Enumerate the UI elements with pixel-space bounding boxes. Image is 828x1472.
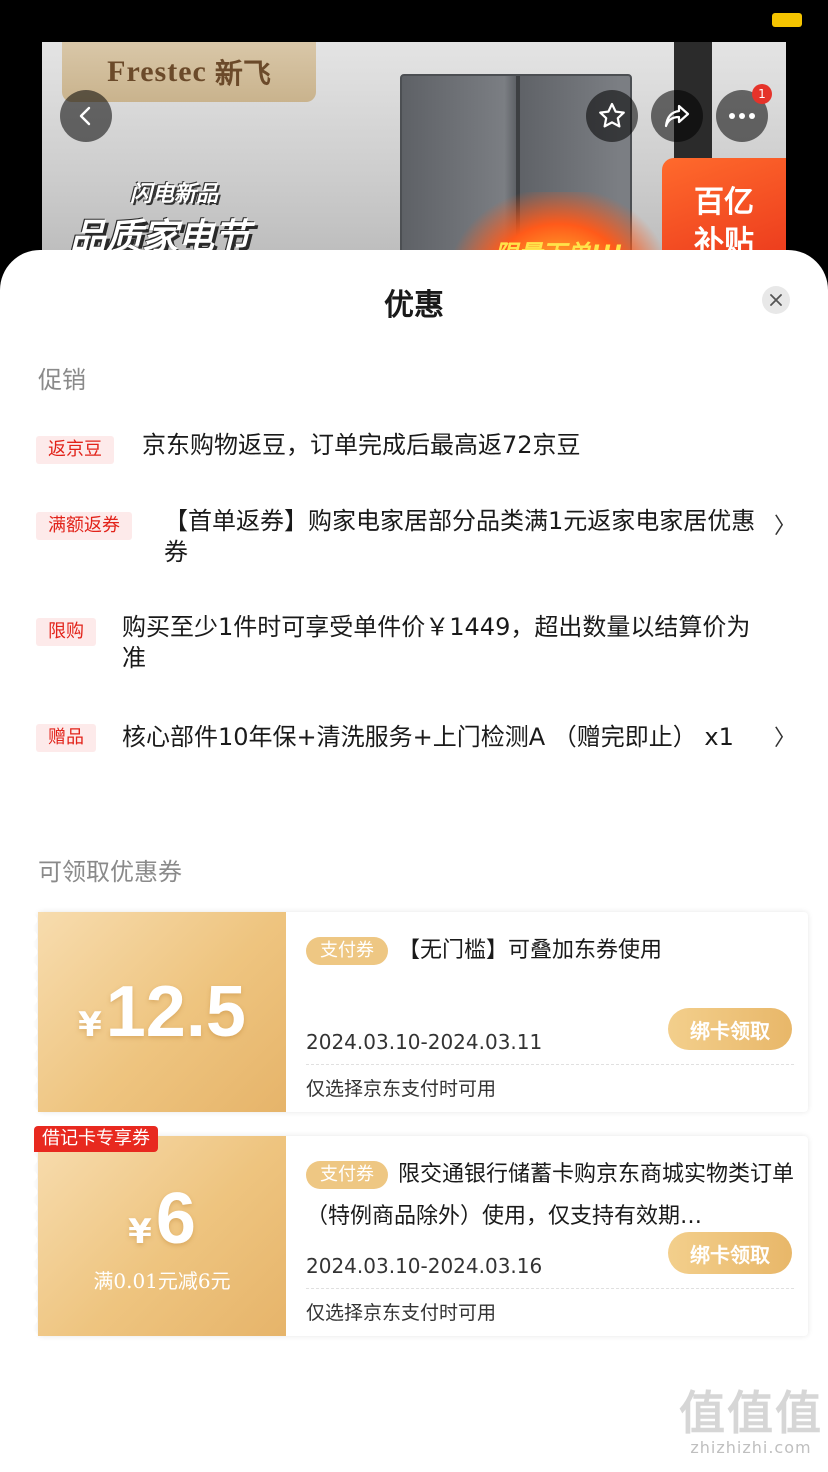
offers-sheet: 优惠 促销 返京豆 京东购物返豆，订单完成后最高返72京豆 满额返券 【首单返券…	[0, 250, 828, 1472]
share-icon	[664, 104, 690, 128]
brand-logo: Frestec 新飞	[62, 42, 316, 102]
back-icon	[79, 106, 91, 126]
debit-card-exclusive-tag: 借记卡专享券	[34, 1126, 158, 1152]
promo-item-coupon-return[interactable]: 满额返券 【首单返券】购家电家居部分品类满1元返家电家居优惠券 〉	[36, 506, 796, 570]
coupon-note: 仅选择京东支付时可用	[306, 1078, 497, 1100]
promo-heading: 促销	[38, 366, 86, 394]
chevron-right-icon: 〉	[773, 514, 796, 539]
watermark-url: zhizhizhi.com	[690, 1438, 812, 1457]
coupon-validity: 2024.03.10-2024.03.16	[306, 1254, 543, 1278]
promo-text: 核心部件10年保+清洗服务+上门检测A （赠完即止） x1	[122, 723, 734, 751]
watermark: 值值值 zhizhizhi.com	[676, 1388, 826, 1457]
coupon-condition: 满0.01元减6元	[93, 1268, 231, 1293]
yen-symbol: ¥	[78, 1005, 102, 1045]
pay-coupon-tag: 支付券	[306, 1161, 388, 1189]
coupon-info: 支付券 限交通银行储蓄卡购京东商城实物类订单（特例商品除外）使用，仅支持有效期… …	[306, 1136, 794, 1336]
favorite-button[interactable]	[586, 90, 638, 142]
promo-text: 购买至少1件时可享受单件价￥1449，超出数量以结算价为准	[122, 613, 751, 672]
battery-icon	[772, 13, 802, 27]
coupon-amount: ¥ 6	[128, 1179, 196, 1259]
chevron-right-icon: 〉	[773, 726, 796, 751]
coupon-desc-text: 【无门槛】可叠加东券使用	[398, 938, 663, 963]
more-button[interactable]: 1	[716, 84, 772, 142]
coupon-amount: ¥ 12.5	[78, 972, 246, 1052]
coupon-validity: 2024.03.10-2024.03.11	[306, 1030, 543, 1054]
coupon-heading: 可领取优惠券	[38, 858, 182, 886]
product-banner: Frestec 新飞 闪电新品 品质家电节 限量下单!!! 百亿 补贴	[42, 42, 786, 282]
promo-item-return-beans: 返京豆 京东购物返豆，订单完成后最高返72京豆	[36, 430, 796, 464]
share-button[interactable]	[651, 90, 703, 142]
coupon-value-panel: ¥ 12.5	[32, 912, 286, 1112]
promo-tag: 限购	[36, 618, 96, 646]
close-icon	[770, 294, 782, 306]
coupon-amount-value: 6	[155, 1178, 196, 1259]
promo-tag: 满额返券	[36, 512, 132, 540]
promo-text: 【首单返券】购家电家居部分品类满1元返家电家居优惠券	[164, 507, 756, 566]
coupon-amount-value: 12.5	[105, 972, 246, 1052]
coupon-card: ¥ 6 满0.01元减6元 借记卡专享券 支付券 限交通银行储蓄卡购京东商城实物类…	[32, 1126, 808, 1336]
bind-card-claim-button[interactable]: 绑卡领取	[668, 1232, 792, 1274]
coupon-card: ¥ 12.5 支付券 【无门槛】可叠加东券使用 绑卡领取 2024.03.10-2…	[32, 912, 808, 1112]
coupon-value-panel: ¥ 6 满0.01元减6元	[32, 1136, 286, 1336]
back-button[interactable]	[60, 90, 112, 142]
promo-item-gift[interactable]: 赠品 核心部件10年保+清洗服务+上门检测A （赠完即止） x1 〉	[36, 718, 796, 782]
coupon-divider	[306, 1064, 794, 1065]
brand-latin: Frestec	[107, 55, 207, 88]
coupon-desc: 支付券 限交通银行储蓄卡购京东商城实物类订单（特例商品除外）使用，仅支持有效期…	[306, 1154, 794, 1238]
star-icon	[599, 102, 625, 128]
promo-item-purchase-limit: 限购 购买至少1件时可享受单件价￥1449，超出数量以结算价为准	[36, 612, 796, 676]
bind-card-claim-button[interactable]: 绑卡领取	[668, 1008, 792, 1050]
promo-text: 京东购物返豆，订单完成后最高返72京豆	[142, 431, 581, 459]
notification-badge: 1	[752, 84, 772, 104]
brand-cn: 新飞	[214, 57, 271, 90]
coupon-desc: 支付券 【无门槛】可叠加东券使用	[306, 930, 794, 972]
coupon-info: 支付券 【无门槛】可叠加东券使用 绑卡领取 2024.03.10-2024.03.…	[306, 912, 794, 1112]
promo-tag: 赠品	[36, 724, 96, 752]
watermark-logo: 值值值	[679, 1386, 823, 1440]
promo-tag: 返京豆	[36, 436, 114, 464]
more-icon	[729, 113, 755, 119]
coupon-divider	[306, 1288, 794, 1289]
pay-coupon-tag: 支付券	[306, 937, 388, 965]
screen: Frestec 新飞 闪电新品 品质家电节 限量下单!!! 百亿 补贴	[0, 0, 828, 1472]
yen-symbol: ¥	[128, 1211, 152, 1252]
close-button[interactable]	[762, 286, 790, 314]
festival-subtitle: 闪电新品	[130, 182, 219, 207]
coupon-note: 仅选择京东支付时可用	[306, 1302, 497, 1324]
sheet-title: 优惠	[384, 288, 444, 323]
subsidy-line1: 百亿	[694, 185, 754, 220]
